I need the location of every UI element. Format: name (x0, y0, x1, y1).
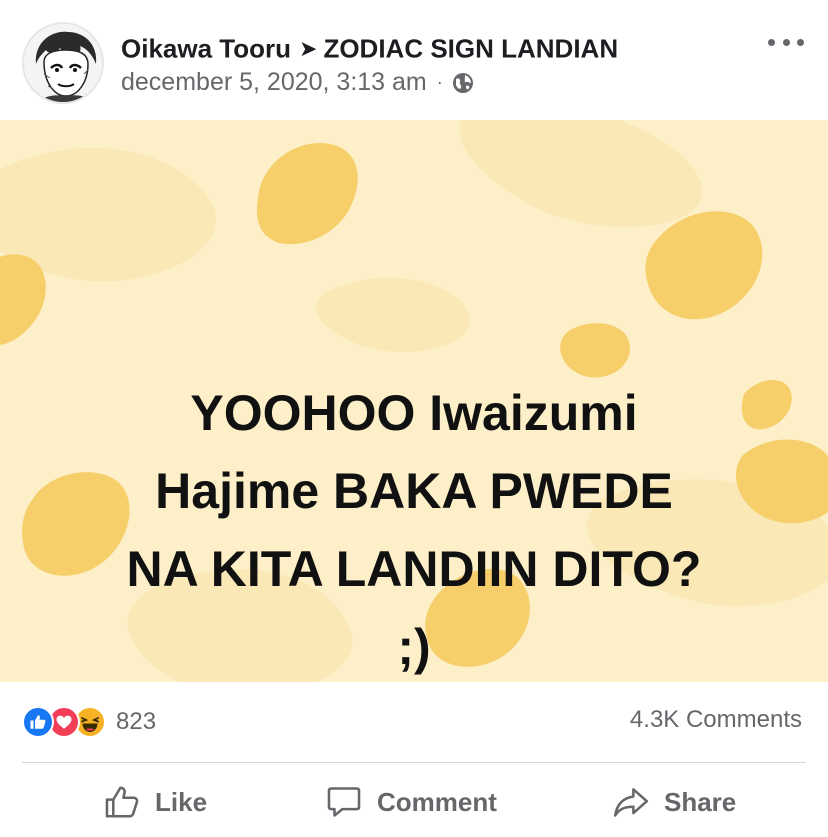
group-name[interactable]: ZODIAC SIGN LANDIAN (323, 34, 618, 64)
post-text-line: NA KITA LANDIIN DITO? (126, 541, 702, 597)
more-dot (768, 38, 775, 46)
thumbs-up-icon (105, 786, 139, 818)
share-icon (613, 788, 649, 817)
author-name[interactable]: Oikawa Tooru (121, 34, 291, 64)
divider (22, 762, 806, 763)
share-label: Share (664, 786, 737, 817)
post-text-line: YOOHOO Iwaizumi (190, 385, 638, 441)
like-label: Like (155, 786, 208, 817)
post-header: Oikawa Tooru ➤ ZODIAC SIGN LANDIAN decembe… (0, 0, 828, 120)
like-icon (22, 706, 54, 738)
comment-icon (327, 787, 361, 817)
timestamp[interactable]: december 5, 2020, 3:13 am (121, 68, 427, 97)
reactions-summary[interactable]: 823 (22, 704, 156, 740)
post: Oikawa Tooru ➤ ZODIAC SIGN LANDIAN decembe… (0, 0, 828, 837)
reaction-count[interactable]: 823 (116, 708, 156, 736)
comment-button[interactable]: Comment (325, 778, 497, 826)
post-text-line: Hajime BAKA PWEDE (155, 463, 673, 519)
post-text-card: YOOHOO Iwaizumi Hajime BAKA PWEDE NA KIT… (0, 120, 828, 682)
arrow-icon: ➤ (299, 36, 318, 62)
post-text: YOOHOO Iwaizumi Hajime BAKA PWEDE NA KIT… (0, 374, 828, 682)
like-button[interactable]: Like (103, 778, 207, 826)
post-text-line: ;) (397, 619, 431, 675)
more-dot (797, 38, 804, 46)
more-dot (782, 38, 790, 46)
comment-label: Comment (377, 786, 497, 817)
action-bar: Like Comment Share (0, 770, 828, 834)
avatar[interactable] (22, 22, 104, 104)
comments-count[interactable]: 4.3K Comments (630, 706, 802, 734)
globe-icon (451, 71, 475, 95)
post-meta: december 5, 2020, 3:13 am · (121, 68, 475, 97)
more-options-icon[interactable] (768, 32, 804, 52)
avatar-illustration (24, 24, 102, 102)
share-button[interactable]: Share (612, 778, 736, 826)
meta-separator: · (436, 72, 443, 92)
author-line: Oikawa Tooru ➤ ZODIAC SIGN LANDIAN (121, 32, 618, 65)
